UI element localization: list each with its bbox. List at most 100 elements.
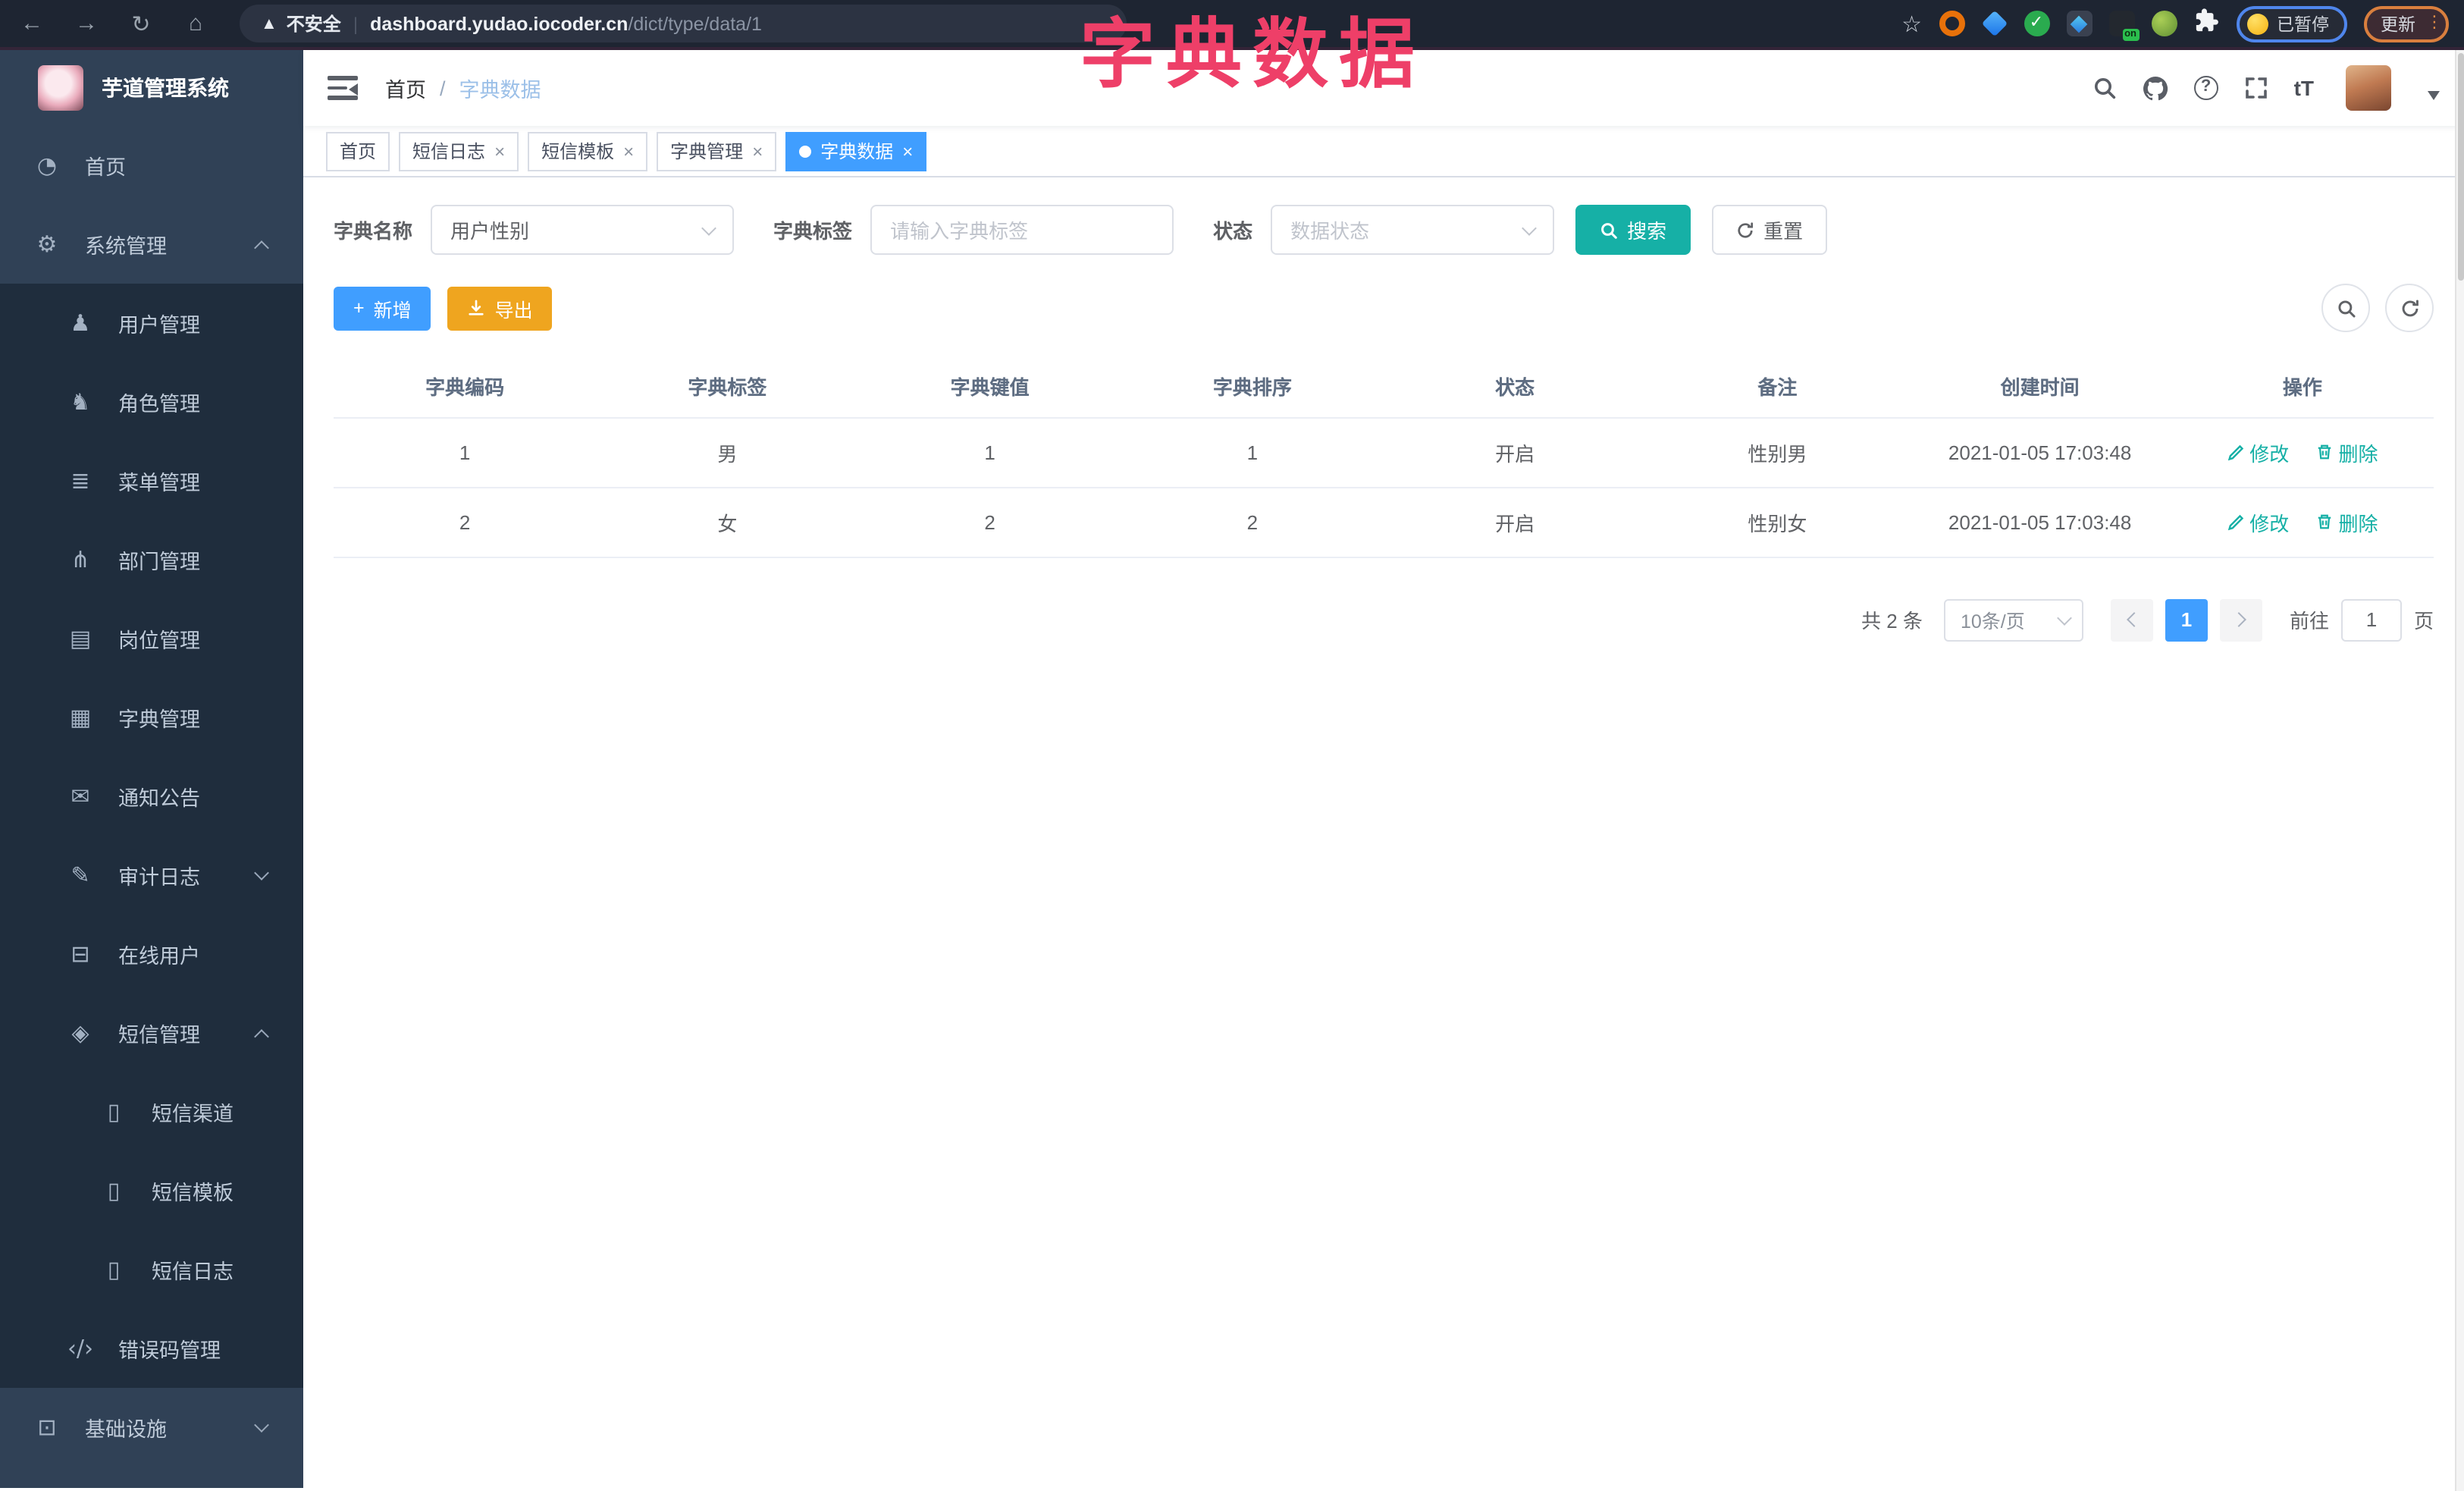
dict-label-input[interactable]: 请输入字典标签 [870,205,1174,255]
emoji-avatar [2246,13,2268,34]
sidebar-item-部门管理[interactable]: ⋔ 部门管理 [0,520,303,599]
filter-form: 字典名称 用户性别 字典标签 请输入字典标签 状态 数据状态 搜索 重置 [334,205,2434,255]
address-bar[interactable]: ▲ 不安全 | dashboard.yudao.iocoder.cn /dict… [240,5,1127,42]
breadcrumb-current: 字典数据 [459,79,541,102]
search-button[interactable]: 搜索 [1575,205,1691,255]
chevron-down-icon [2057,610,2072,625]
page-size-select[interactable]: 10条/页 [1943,598,2083,641]
sidebar-item-菜单管理[interactable]: ≣ 菜单管理 [0,441,303,520]
close-icon[interactable]: × [752,142,763,160]
sidebar-item-系统管理[interactable]: ⚙ 系统管理 [0,205,303,284]
search-icon[interactable] [2093,76,2117,100]
tab-字典数据[interactable]: 字典数据 × [785,131,927,171]
sidebar-item-字典管理[interactable]: ▦ 字典管理 [0,678,303,757]
chevron-down-icon [1522,220,1537,235]
page-number-1[interactable]: 1 [2165,598,2208,641]
audit-log-icon: ✎ [71,862,90,889]
delete-link[interactable]: 删除 [2316,507,2378,536]
sms-shield-icon: ◈ [71,1019,89,1047]
diamond-extension-icon[interactable] [2066,11,2092,36]
sidebar-item-审计日志[interactable]: ✎ 审计日志 [0,836,303,915]
annotation-overlay-title: 字典数据 [1080,12,1425,97]
status-select[interactable]: 数据状态 [1271,205,1555,255]
column-header-字典排序: 字典排序 [1121,356,1384,418]
back-icon[interactable]: ← [15,11,49,36]
page-scrollbar[interactable] [2455,50,2464,1491]
app-logo-row[interactable]: 芋道管理系统 [0,50,303,126]
gear-icon: ⚙ [36,231,58,258]
sidebar-item-短信渠道[interactable]: ▯ 短信渠道 [0,1072,303,1151]
sidebar-item-用户管理[interactable]: ♟ 用户管理 [0,284,303,363]
code-icon: ‹/› [67,1335,94,1362]
close-icon[interactable]: × [494,142,505,160]
reload-icon[interactable]: ↻ [124,10,158,37]
chevron-down-icon[interactable] [2428,91,2440,100]
download-icon [468,299,486,317]
reset-button[interactable]: 重置 [1712,205,1828,255]
close-icon[interactable]: × [623,142,634,160]
delete-link[interactable]: 删除 [2316,438,2378,466]
orange-ring-extension-icon[interactable] [1939,11,1964,36]
edit-link[interactable]: 修改 [2227,507,2289,536]
sidebar-item-通知公告[interactable]: ✉ 通知公告 [0,757,303,836]
paused-profile-badge[interactable]: 已暂停 [2236,5,2347,42]
menu-list-icon: ≣ [71,467,90,494]
phone-icon: ▯ [107,1177,121,1204]
sidebar-item-在线用户[interactable]: ⊟ 在线用户 [0,915,303,993]
close-icon[interactable]: × [902,142,913,160]
export-button[interactable]: 导出 [447,286,553,330]
font-size-icon[interactable]: tT [2294,76,2314,100]
sidebar-item-首页[interactable]: ◔ 首页 [0,126,303,205]
dict-label-label: 字典标签 [773,220,853,243]
sidebar-item-岗位管理[interactable]: ▤ 岗位管理 [0,599,303,678]
tab-短信日志[interactable]: 短信日志 × [399,131,519,171]
sidebar-item-基础设施[interactable]: ⊡ 基础设施 [0,1388,303,1467]
tab-字典管理[interactable]: 字典管理 × [657,131,777,171]
goto-page-input[interactable]: 1 [2340,598,2402,641]
browser-menu-icon[interactable]: ⋮ [2426,14,2443,31]
goto-label: 前往 [2289,610,2329,632]
chevron-icon [254,1417,269,1433]
fullscreen-icon[interactable] [2244,76,2268,100]
column-header-字典键值: 字典键值 [858,356,1121,418]
search-icon [1600,221,1618,239]
on-badge-extension-icon[interactable]: on [2108,11,2139,41]
tags-view-bar: 首页 短信日志 × 短信模板 × 字典管理 × 字典数据 × [303,126,2464,177]
blue-gem-extension-icon[interactable] [1980,10,2008,37]
breadcrumb-home[interactable]: 首页 [385,73,426,103]
avatar[interactable] [2346,65,2391,111]
dict-book-icon: ▦ [69,704,92,731]
add-button[interactable]: + 新增 [334,286,431,330]
help-icon[interactable]: ? [2193,76,2218,100]
sidebar-item-短信模板[interactable]: ▯ 短信模板 [0,1151,303,1230]
sidebar-item-角色管理[interactable]: ♞ 角色管理 [0,363,303,441]
sidebar-item-错误码管理[interactable]: ‹/› 错误码管理 [0,1309,303,1388]
green-check-extension-icon[interactable]: ✓ [2024,11,2049,36]
page-unit-label: 页 [2413,610,2434,632]
refresh-table-icon-button[interactable] [2385,284,2434,332]
sidebar-item-短信日志[interactable]: ▯ 短信日志 [0,1230,303,1309]
sidebar-menu: ◔ 首页 ⚙ 系统管理 ♟ 用户管理 ♞ 角色管理 ≣ 菜单管理 ⋔ 部门管理 … [0,126,303,1488]
home-icon[interactable]: ⌂ [179,11,212,36]
forward-icon[interactable]: → [70,11,103,36]
menu-fold-icon[interactable] [328,76,358,100]
leaf-extension-icon[interactable] [2151,11,2177,36]
next-page-button[interactable] [2219,598,2262,641]
prev-page-button[interactable] [2110,598,2153,641]
dict-label-placeholder: 请输入字典标签 [890,220,1029,243]
toggle-search-icon-button[interactable] [2321,284,2370,332]
dict-name-select[interactable]: 用户性别 [431,205,735,255]
browser-update-button[interactable]: 更新 ⋮ [2364,5,2449,42]
sidebar-item-短信管理[interactable]: ◈ 短信管理 [0,993,303,1072]
plus-icon: + [353,297,365,319]
puzzle-extensions-icon[interactable] [2193,7,2219,40]
github-icon[interactable] [2143,75,2168,101]
user-icon: ♟ [70,309,91,337]
edit-link[interactable]: 修改 [2227,438,2289,466]
bookmark-star-icon[interactable]: ☆ [1901,10,1922,37]
pagination-total: 共 2 条 [1861,610,1923,632]
tab-短信模板[interactable]: 短信模板 × [528,131,648,171]
tab-首页[interactable]: 首页 [326,131,390,171]
security-label: 不安全 [286,14,341,35]
dict-data-table: 字典编码 字典标签 字典键值 字典排序 状态 备注 创建时间 操作 1 男 1 1 开启 性别… [334,356,2434,557]
